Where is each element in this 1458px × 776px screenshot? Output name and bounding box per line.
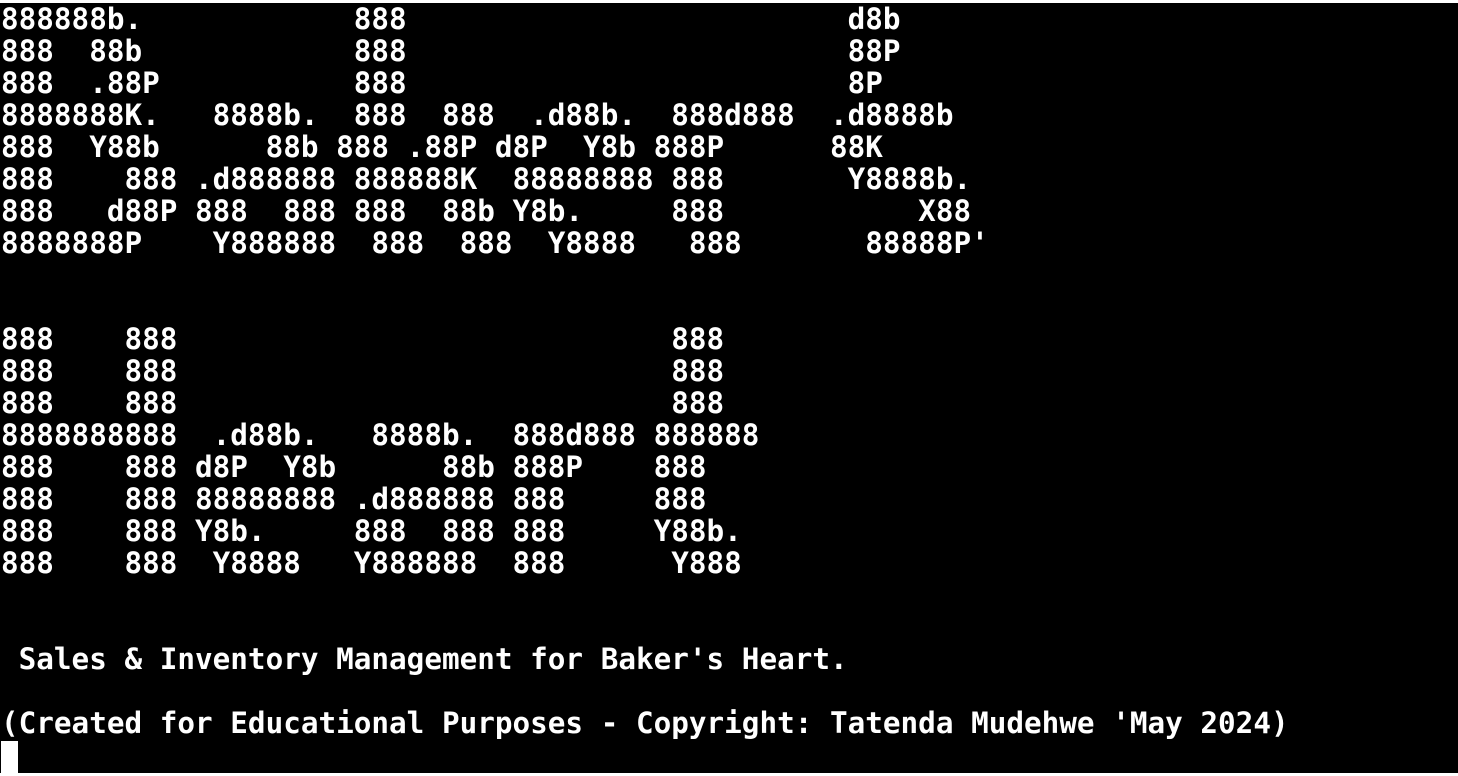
ascii-art-line: 888 888 888 xyxy=(1,386,725,420)
ascii-art-line: 888 88b 888 88P xyxy=(1,34,901,68)
ascii-art-line: 8888888888 .d88b. 8888b. 888d888 888888 xyxy=(1,418,760,452)
ascii-art-line: 888 888 888 xyxy=(1,322,725,356)
ascii-art-line: 8888888K. 8888b. 888 888 .d88b. 888d888 … xyxy=(1,98,954,132)
ascii-art-line: 888 .88P 888 8P xyxy=(1,66,883,100)
terminal-cursor[interactable] xyxy=(1,741,18,773)
ascii-art-line: 888 888 Y8b. 888 888 888 Y88b. xyxy=(1,514,742,548)
ascii-art-line: 888 Y88b 88b 888 .88P d8P Y8b 888P 88K xyxy=(1,130,883,164)
ascii-art-line: 888 888 888 xyxy=(1,354,725,388)
terminal-output: 888888b. 888 d8b 888 88b 888 88P 888 .88P … xyxy=(1,3,1289,739)
ascii-art-line: 888 d88P 888 888 888 88b Y8b. 888 X88 xyxy=(1,194,972,228)
copyright-notice: (Created for Educational Purposes - Copy… xyxy=(1,706,1289,740)
terminal-window[interactable]: 888888b. 888 d8b 888 88b 888 88P 888 .88P … xyxy=(0,3,1458,773)
ascii-art-line: 888 888 88888888 .d888888 888 888 xyxy=(1,482,707,516)
ascii-art-line: 888 888 .d888888 888888K 88888888 888 Y8… xyxy=(1,162,972,196)
ascii-art-line: 888 888 d8P Y8b 88b 888P 888 xyxy=(1,450,707,484)
ascii-art-line: 888 888 Y8888 Y888888 888 Y888 xyxy=(1,546,742,580)
ascii-art-line: 888888b. 888 d8b xyxy=(1,3,901,36)
ascii-art-line: 8888888P Y888888 888 888 Y8888 888 88888… xyxy=(1,226,989,260)
app-tagline: Sales & Inventory Management for Baker's… xyxy=(1,642,848,676)
